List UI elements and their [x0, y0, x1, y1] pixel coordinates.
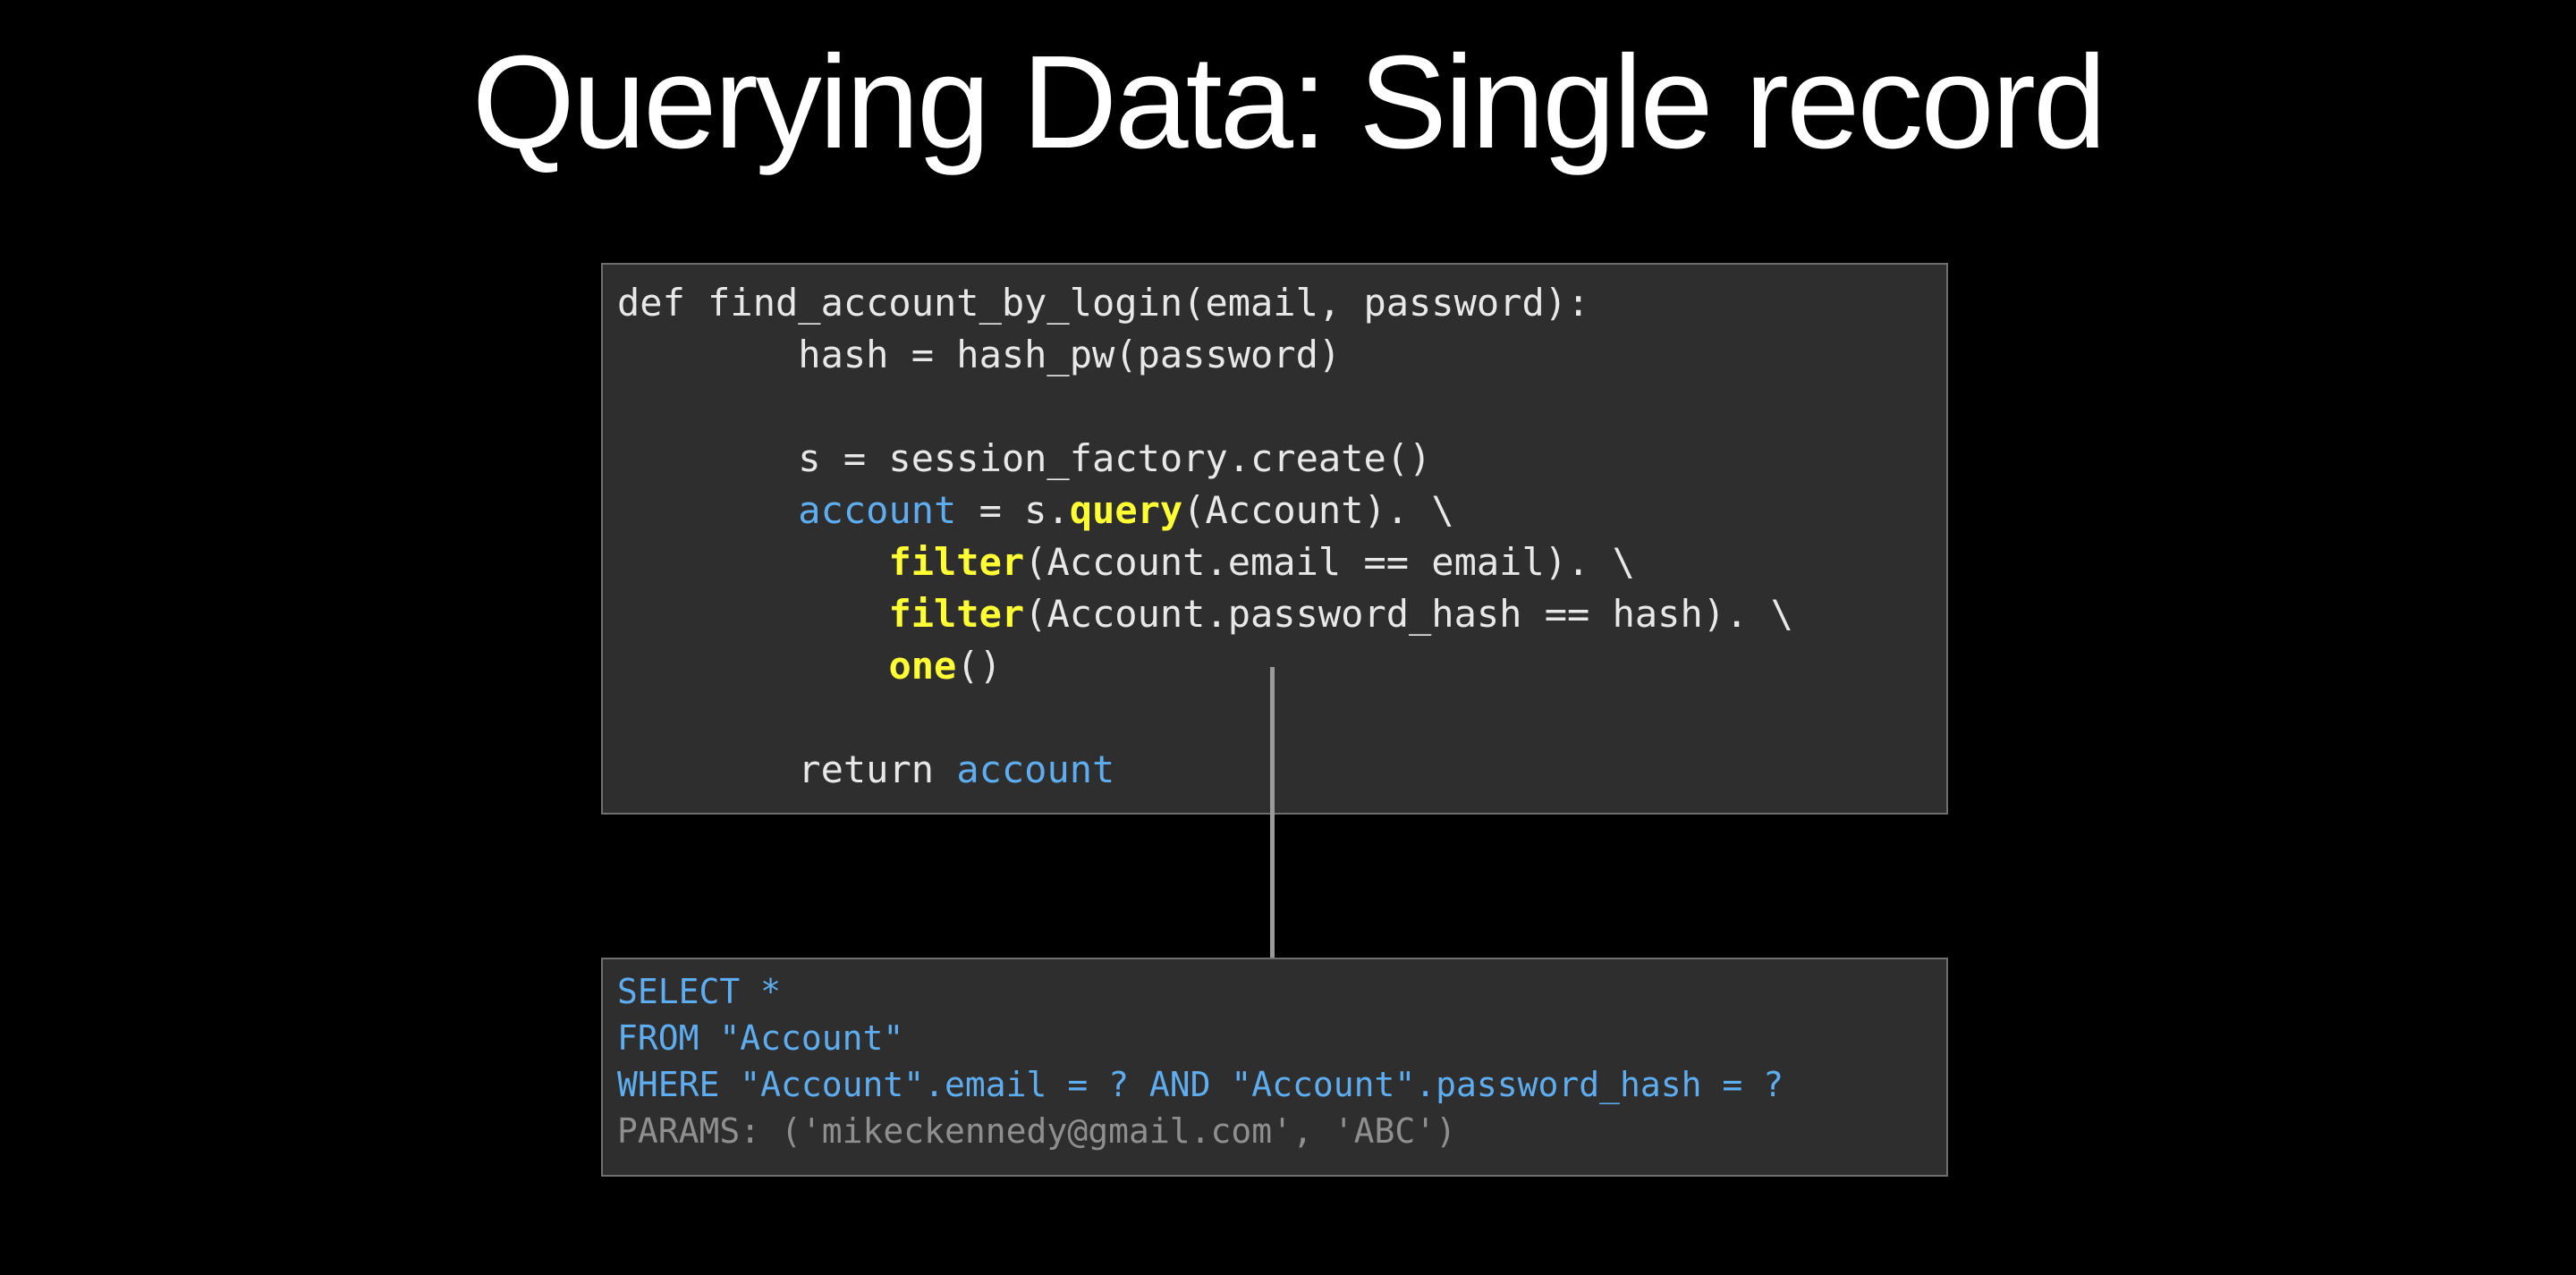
- code-method-one: one: [888, 644, 957, 688]
- code-line-return: return account: [617, 744, 1946, 796]
- code-text: (): [956, 644, 1002, 688]
- code-line-query: account = s.query(Account). \: [617, 485, 1946, 536]
- code-method-filter: filter: [888, 540, 1025, 584]
- code-text: (Account). \: [1182, 488, 1454, 532]
- code-line-one: one(): [617, 640, 1946, 692]
- code-line-filter-email: filter(Account.email == email). \: [617, 536, 1946, 588]
- code-method-query: query: [1069, 488, 1183, 532]
- code-text: = s.: [956, 488, 1070, 532]
- code-line-hash: hash = hash_pw(password): [617, 333, 1342, 376]
- down-arrow-icon: [1270, 667, 1275, 982]
- sql-line-params: PARAMS: ('mikeckennedy@gmail.com', 'ABC'…: [617, 1111, 1456, 1151]
- code-keyword-return: return: [798, 747, 957, 791]
- code-line-session: s = session_factory.create(): [617, 436, 1432, 480]
- sql-line-select: SELECT *: [617, 972, 782, 1011]
- code-method-filter: filter: [888, 592, 1025, 636]
- code-text: (Account.password_hash == hash). \: [1024, 592, 1793, 636]
- sql-output-block: SELECT * FROM "Account" WHERE "Account".em…: [601, 958, 1948, 1177]
- code-text: (Account.email == email). \: [1024, 540, 1635, 584]
- python-code-block: def find_account_by_login(email, passwor…: [601, 263, 1948, 815]
- code-var-account: account: [956, 747, 1115, 791]
- code-line-filter-hash: filter(Account.password_hash == hash). \: [617, 588, 1946, 640]
- code-line-def: def find_account_by_login(email, passwor…: [617, 281, 1590, 325]
- slide-title: Querying Data: Single record: [471, 29, 2107, 176]
- sql-line-from: FROM "Account": [617, 1018, 904, 1058]
- sql-line-where: WHERE "Account".email = ? AND "Account".…: [617, 1065, 1784, 1104]
- code-var-account: account: [798, 488, 957, 532]
